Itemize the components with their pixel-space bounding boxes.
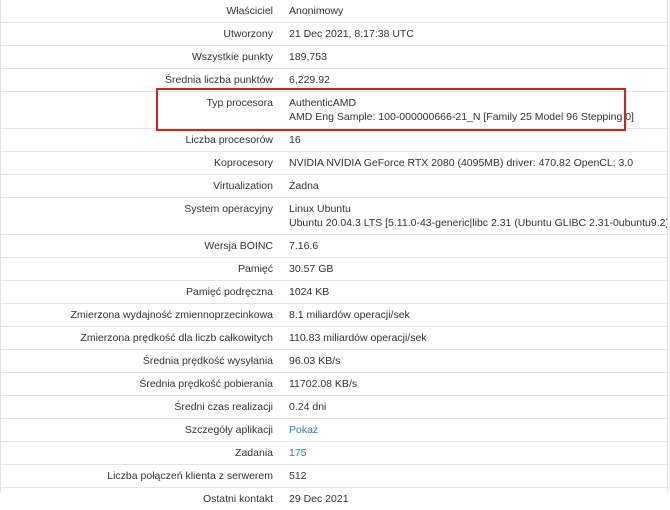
owner-value: Anonimowy xyxy=(281,0,667,23)
row-application-details: Szczegóły aplikacji Pokaż xyxy=(1,419,667,442)
turnaround-time-label: Średni czas realizacji xyxy=(1,396,281,419)
average-credit-value: 6,229.92 xyxy=(281,69,667,92)
last-contact-value: 29 Dec 2021 xyxy=(281,488,667,510)
row-tasks: Zadania 175 xyxy=(1,442,667,465)
integer-speed-value: 110.83 miliardów operacji/sek xyxy=(281,327,667,350)
os-version: Ubuntu 20.04.3 LTS [5.11.0-43-generic|li… xyxy=(289,216,667,230)
cpu-count-value: 16 xyxy=(281,129,667,152)
row-operating-system: System operacyjny Linux Ubuntu Ubuntu 20… xyxy=(1,198,667,235)
boinc-version-label: Wersja BOINC xyxy=(1,235,281,258)
floating-point-speed-value: 8.1 miliardów operacji/sek xyxy=(281,304,667,327)
last-contact-label: Ostatni kontakt xyxy=(1,488,281,510)
cpu-type-label: Typ procesora xyxy=(1,92,281,129)
os-name: Linux Ubuntu xyxy=(289,202,667,216)
memory-label: Pamięć xyxy=(1,258,281,281)
row-memory: Pamięć 30.57 GB xyxy=(1,258,667,281)
row-integer-speed: Zmierzona prędkość dla liczb całkowitych… xyxy=(1,327,667,350)
integer-speed-label: Zmierzona prędkość dla liczb całkowitych xyxy=(1,327,281,350)
upload-rate-label: Średnia prędkość wysyłania xyxy=(1,350,281,373)
row-average-credit: Średnia liczba punktów 6,229.92 xyxy=(1,69,667,92)
show-application-details-link[interactable]: Pokaż xyxy=(289,424,318,436)
total-credit-label: Wszystkie punkty xyxy=(1,46,281,69)
row-cpu-count: Liczba procesorów 16 xyxy=(1,129,667,152)
boinc-version-value: 7.16.6 xyxy=(281,235,667,258)
turnaround-time-value: 0.24 dni xyxy=(281,396,667,419)
tasks-label: Zadania xyxy=(1,442,281,465)
row-coprocessors: Koprocesory NVIDIA NVIDIA GeForce RTX 20… xyxy=(1,152,667,175)
cpu-count-label: Liczba procesorów xyxy=(1,129,281,152)
virtualization-value: Żadna xyxy=(281,175,667,198)
memory-value: 30.57 GB xyxy=(281,258,667,281)
coprocessors-label: Koprocesory xyxy=(1,152,281,175)
row-cache: Pamięć podręczna 1024 KB xyxy=(1,281,667,304)
cpu-vendor: AuthenticAMD xyxy=(289,96,667,110)
download-rate-label: Średnia prędkość pobierania xyxy=(1,373,281,396)
rpc-count-value: 512 xyxy=(281,465,667,488)
total-credit-value: 189,753 xyxy=(281,46,667,69)
cache-value: 1024 KB xyxy=(281,281,667,304)
host-details-table: Właściciel Anonimowy Utworzony 21 Dec 20… xyxy=(1,0,667,510)
row-upload-rate: Średnia prędkość wysyłania 96.03 KB/s xyxy=(1,350,667,373)
operating-system-label: System operacyjny xyxy=(1,198,281,235)
operating-system-value: Linux Ubuntu Ubuntu 20.04.3 LTS [5.11.0-… xyxy=(281,198,667,235)
row-created: Utworzony 21 Dec 2021, 8:17:38 UTC xyxy=(1,23,667,46)
average-credit-label: Średnia liczba punktów xyxy=(1,69,281,92)
cache-label: Pamięć podręczna xyxy=(1,281,281,304)
row-last-contact: Ostatni kontakt 29 Dec 2021 xyxy=(1,488,667,510)
created-label: Utworzony xyxy=(1,23,281,46)
row-download-rate: Średnia prędkość pobierania 11702.08 KB/… xyxy=(1,373,667,396)
created-value: 21 Dec 2021, 8:17:38 UTC xyxy=(281,23,667,46)
row-owner: Właściciel Anonimowy xyxy=(1,0,667,23)
application-details-label: Szczegóły aplikacji xyxy=(1,419,281,442)
download-rate-value: 11702.08 KB/s xyxy=(281,373,667,396)
cpu-type-value: AuthenticAMD AMD Eng Sample: 100-0000006… xyxy=(281,92,667,129)
coprocessors-value: NVIDIA NVIDIA GeForce RTX 2080 (4095MB) … xyxy=(281,152,667,175)
row-rpc-count: Liczba połączeń klienta z serwerem 512 xyxy=(1,465,667,488)
row-turnaround-time: Średni czas realizacji 0.24 dni xyxy=(1,396,667,419)
rpc-count-label: Liczba połączeń klienta z serwerem xyxy=(1,465,281,488)
floating-point-speed-label: Zmierzona wydajność zmiennoprzecinkowa xyxy=(1,304,281,327)
row-virtualization: Virtualization Żadna xyxy=(1,175,667,198)
virtualization-label: Virtualization xyxy=(1,175,281,198)
row-total-credit: Wszystkie punkty 189,753 xyxy=(1,46,667,69)
upload-rate-value: 96.03 KB/s xyxy=(281,350,667,373)
row-cpu-type: Typ procesora AuthenticAMD AMD Eng Sampl… xyxy=(1,92,667,129)
cpu-model: AMD Eng Sample: 100-000000666-21_N [Fami… xyxy=(289,110,667,124)
tasks-count-link[interactable]: 175 xyxy=(289,447,307,459)
row-boinc-version: Wersja BOINC 7.16.6 xyxy=(1,235,667,258)
owner-label: Właściciel xyxy=(1,0,281,23)
row-floating-point-speed: Zmierzona wydajność zmiennoprzecinkowa 8… xyxy=(1,304,667,327)
